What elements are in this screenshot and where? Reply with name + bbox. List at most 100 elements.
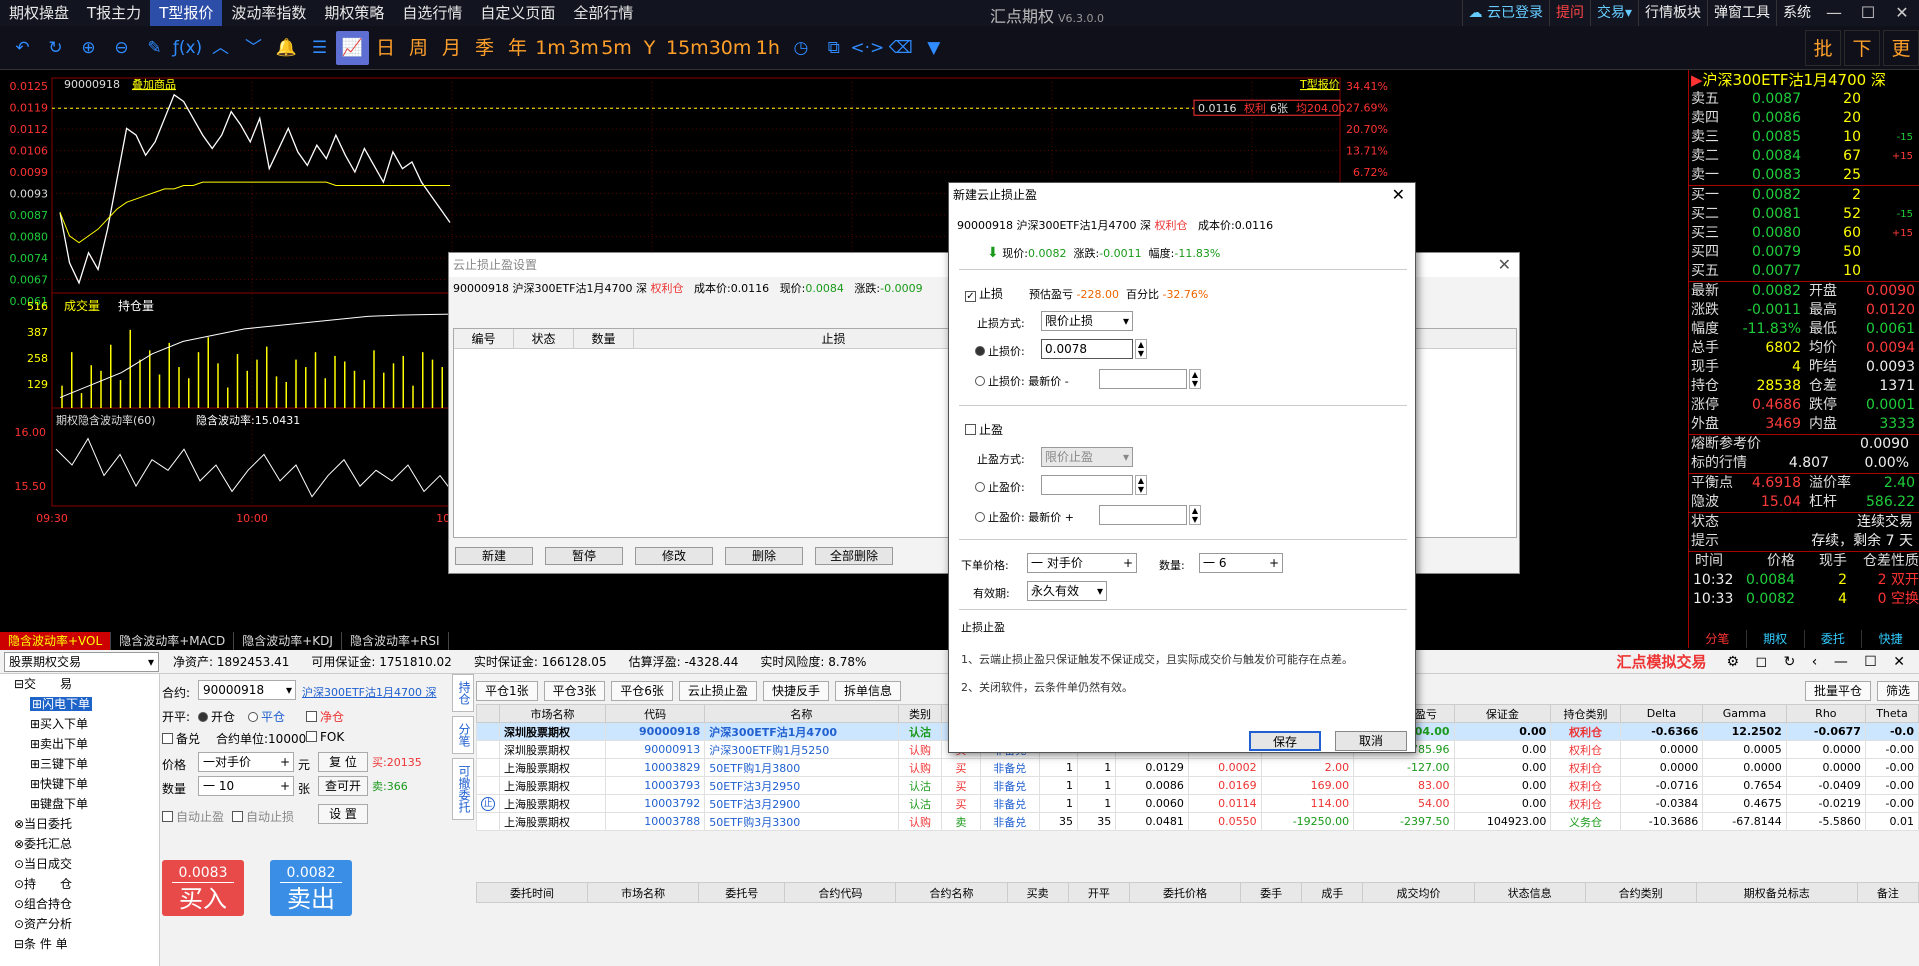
dlg1-button-3[interactable]: 删除 (725, 547, 803, 565)
tp-last-input[interactable] (1099, 505, 1187, 525)
table-header[interactable]: 状态信息 (1473, 882, 1586, 903)
table-header[interactable]: 买卖 (1006, 882, 1069, 903)
table-header[interactable]: 合约代码 (784, 882, 897, 903)
undo-icon[interactable]: ↶ (6, 31, 39, 65)
menu-item-7[interactable]: 全部行情 (564, 0, 642, 26)
grid-button-2[interactable]: 平仓6张 (611, 681, 673, 701)
quote-tab-3[interactable]: 快捷 (1862, 630, 1919, 648)
grid-header[interactable]: 状态 (514, 329, 574, 348)
table-header[interactable]: 代码 (604, 704, 706, 723)
menu-item-4[interactable]: 期权策略 (315, 0, 393, 26)
takeprofit-checkbox[interactable]: 止盈 (965, 421, 1003, 438)
auto-stop-profit-checkbox[interactable]: 自动止盈 (162, 808, 224, 825)
window-controls[interactable]: ⚙ ◻ ↻ ‹ — ☐ ✕ (1727, 654, 1911, 670)
tp-price-radio[interactable]: 止盈价: (975, 479, 1025, 495)
grid-header[interactable]: 数量 (574, 329, 634, 348)
vertical-tab-2[interactable]: 可撤委托 (452, 758, 474, 820)
table-row[interactable]: 上海股票期权 10003793 50ETF沽3月2950 认沽买非备兑 1 1 0.0086… (476, 776, 1919, 795)
sl-price-radio[interactable]: 止损价: (975, 343, 1025, 359)
code-icon[interactable]: <·> (850, 31, 884, 65)
table-header[interactable]: 委手 (1240, 882, 1303, 903)
auto-stop-loss-checkbox[interactable]: 自动止损 (232, 808, 294, 825)
cancel-button[interactable]: 取消 (1335, 731, 1407, 751)
tree-item-11[interactable]: ⊙组合持仓 (0, 894, 159, 914)
vertical-tab-1[interactable]: 分笔 (452, 716, 474, 754)
tree-item-2[interactable]: ⊞买入下单 (0, 714, 159, 734)
tree-item-1[interactable]: ⊞闪电下单 (0, 694, 159, 714)
menu-item-2[interactable]: T型报价 (150, 0, 223, 26)
quote-tab-0[interactable]: 分笔 (1689, 630, 1747, 648)
indicator-tab-2[interactable]: 隐含波动率+KDJ (234, 632, 342, 650)
ask-row[interactable]: 卖五 0.0087 20 (1689, 90, 1919, 109)
tree-item-10[interactable]: ⊙持 仓 (0, 874, 159, 894)
arrow-up-icon[interactable]: ︿ (204, 31, 237, 65)
arrow-down-icon[interactable]: ﹀ (237, 31, 270, 65)
formula-icon[interactable]: ƒ(x) (171, 31, 204, 65)
menu-item-1[interactable]: T报主力 (78, 0, 150, 26)
tree-item-13[interactable]: ⊟条 件 单 (0, 934, 159, 954)
account-type-select[interactable]: 股票期权交易 ▾ (4, 651, 159, 672)
toolbar-right-0[interactable]: 批 (1805, 29, 1841, 66)
close-icon[interactable]: ✕ (1392, 185, 1405, 204)
overlay-link[interactable]: 叠加商品 (132, 77, 176, 91)
sell-button[interactable]: 0.0082 卖出 (270, 860, 352, 916)
check-open-button[interactable]: 查可开 (318, 776, 368, 796)
tp-price-input[interactable] (1041, 475, 1133, 495)
table-header[interactable]: Theta (1864, 704, 1919, 723)
bid-row[interactable]: 买四 0.0079 50 (1689, 243, 1919, 262)
contract-name[interactable]: 沪深300ETF沽1月4700 深 (302, 684, 436, 700)
order-price-input[interactable]: 一 对手价 + (1027, 553, 1137, 573)
table-header[interactable]: 类别 (897, 704, 943, 723)
cloud-login-button[interactable]: ☁ 云已登录 (1461, 0, 1549, 26)
period-3[interactable]: 季 (468, 31, 501, 65)
period-9[interactable]: 15m (666, 31, 709, 65)
table-header[interactable]: 委托时间 (475, 882, 589, 903)
table-header[interactable]: 名称 (704, 704, 899, 723)
table-header[interactable]: Gamma (1702, 704, 1787, 723)
grid-right-button-1[interactable]: 筛选 (1876, 681, 1919, 701)
zoom-out-icon[interactable]: ⊖ (105, 31, 138, 65)
table-header[interactable]: 持仓类别 (1550, 704, 1621, 723)
fok-checkbox[interactable]: FOK (306, 730, 344, 744)
price-input[interactable]: 一对手价 + (198, 752, 294, 772)
quote-tab-1[interactable]: 期权 (1747, 630, 1805, 648)
window-icon[interactable]: ⧉ (817, 31, 850, 65)
menu-item-5[interactable]: 自选行情 (393, 0, 471, 26)
clock-icon[interactable]: ◷ (784, 31, 817, 65)
menu-item-6[interactable]: 自定义页面 (471, 0, 564, 26)
period-1[interactable]: 周 (402, 31, 435, 65)
table-header[interactable]: 备注 (1856, 882, 1919, 903)
sl-last-spinner[interactable]: ▲ ▼ (1189, 369, 1201, 389)
period-11[interactable]: 1h (751, 31, 784, 65)
sl-method-select[interactable]: 限价止损 ▾ (1041, 311, 1133, 331)
alert-button[interactable]: 提问 (1548, 0, 1590, 26)
contract-input[interactable]: 90000918 ▾ (198, 680, 296, 700)
tp-price-spinner[interactable]: ▲ ▼ (1135, 475, 1147, 495)
table-header[interactable]: 市场名称 (587, 882, 700, 903)
table-header[interactable]: Delta (1619, 704, 1704, 723)
reset-button[interactable]: 复 位 (318, 752, 368, 772)
table-header[interactable]: 成交均价 (1362, 882, 1475, 903)
table-header[interactable]: 成手 (1301, 882, 1364, 903)
system-button[interactable]: 系统 (1776, 0, 1817, 26)
tree-item-5[interactable]: ⊞快键下单 (0, 774, 159, 794)
maximize-icon[interactable]: ☐ (1851, 0, 1885, 26)
table-header[interactable]: 市场名称 (499, 704, 606, 723)
ask-row[interactable]: 卖二 0.0084 67 +15 (1689, 147, 1919, 166)
tree-item-4[interactable]: ⊞三键下单 (0, 754, 159, 774)
open-radio[interactable]: 开仓 (198, 708, 235, 725)
grid-button-4[interactable]: 快捷反手 (762, 681, 829, 701)
dlg1-button-0[interactable]: 新建 (455, 547, 533, 565)
eraser-icon[interactable]: ⌫ (884, 31, 917, 65)
bid-row[interactable]: 买一 0.0082 2 (1689, 186, 1919, 205)
trade-dropdown[interactable]: 交易▾ (1589, 0, 1638, 26)
toolbar-right-1[interactable]: 下单 (1844, 29, 1880, 96)
table-header[interactable]: 委托价格 (1128, 882, 1242, 903)
period-4[interactable]: 年 (501, 31, 534, 65)
indicator-tab-3[interactable]: 隐含波动率+RSI (342, 632, 449, 650)
tree-item-8[interactable]: ⊗委托汇总 (0, 834, 159, 854)
period-5[interactable]: 1m (534, 31, 567, 65)
bell-icon[interactable]: 🔔 (270, 31, 303, 65)
table-row[interactable]: 止上海股票期权 10003792 50ETF沽3月2900 认沽买非备兑 1 1 0.006… (476, 794, 1919, 813)
market-panel-button[interactable]: 行情板块 (1638, 0, 1707, 26)
